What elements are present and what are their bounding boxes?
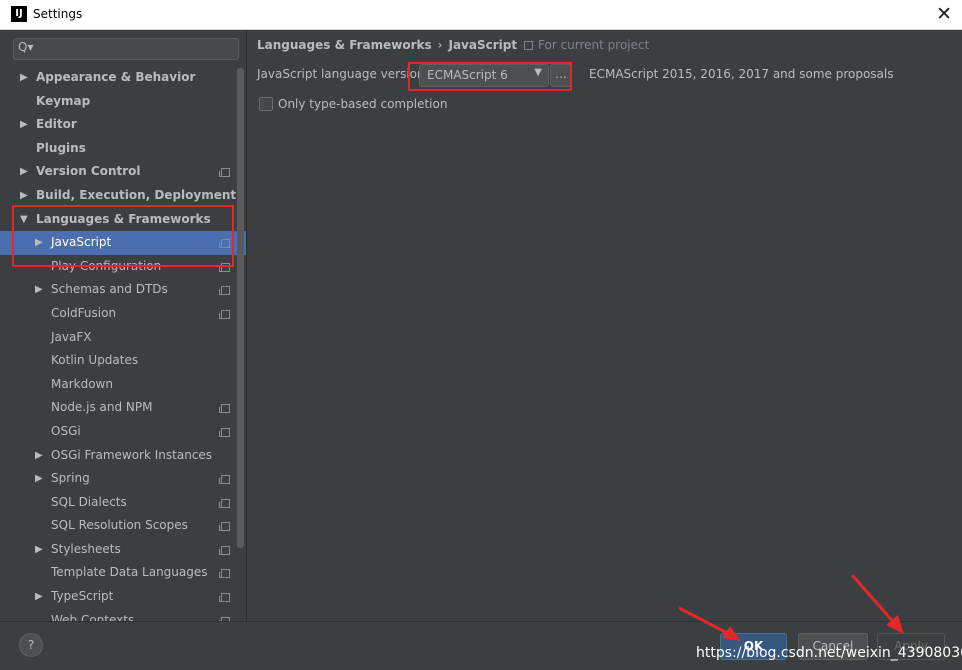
arrow-to-apply-icon <box>850 574 904 634</box>
annotation-arrows <box>678 574 904 641</box>
arrow-to-ok-icon <box>678 606 741 641</box>
